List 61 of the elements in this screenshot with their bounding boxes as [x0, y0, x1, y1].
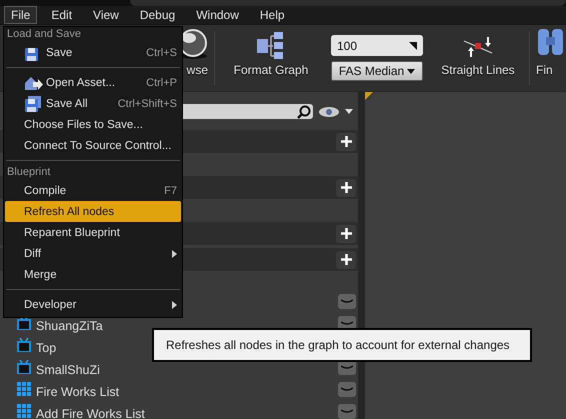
- grid-icon: [17, 404, 31, 418]
- menu-item[interactable]: Save Ctrl+S: [5, 42, 181, 63]
- caret-icon: [407, 68, 416, 74]
- corner-marker-icon: [365, 92, 373, 100]
- search-icon: [297, 104, 311, 118]
- variable-name[interactable]: ShuangZiTa: [36, 319, 103, 333]
- menu-item[interactable]: Refresh All nodes: [5, 201, 181, 222]
- menu-item[interactable]: Choose Files to Save...: [5, 114, 181, 135]
- menu-item[interactable]: Reparent Blueprint: [5, 222, 181, 243]
- variable-name[interactable]: SmallShuZi: [36, 363, 100, 377]
- chevron-icon: [341, 321, 353, 326]
- toolbar-button[interactable]: Fin: [536, 25, 560, 91]
- add-button[interactable]: [336, 132, 356, 150]
- chevron-icon: [341, 365, 353, 370]
- menu-item[interactable]: Save All Ctrl+Shift+S: [5, 93, 181, 114]
- monitor-icon: [17, 338, 31, 352]
- menu-title[interactable]: File: [4, 6, 38, 24]
- shortcut-label: Ctrl+S: [146, 46, 177, 58]
- shortcut-label: F7: [164, 184, 177, 196]
- shortcut-label: Ctrl+Shift+S: [118, 98, 177, 110]
- resize-handle-icon: [409, 42, 417, 50]
- tooltip: Refreshes all nodes in the graph to account for external changes: [152, 328, 532, 362]
- menu-title[interactable]: Debug: [132, 6, 182, 24]
- house-arrow-icon: [24, 74, 44, 90]
- hierarchy-icon: [257, 31, 285, 59]
- menu-title[interactable]: Help: [252, 6, 292, 24]
- grid-icon: [17, 382, 31, 396]
- plus-icon: [340, 254, 352, 265]
- menu-item[interactable]: Connect To Source Control...: [5, 135, 181, 156]
- menu-item[interactable]: Diff: [5, 243, 181, 264]
- add-button[interactable]: [336, 178, 356, 196]
- menu-title[interactable]: View: [86, 6, 126, 24]
- caret-icon[interactable]: [345, 109, 353, 114]
- variable-name[interactable]: Top: [36, 341, 56, 355]
- section-label: Blueprint: [6, 165, 52, 180]
- toolbar-button[interactable]: Straight Lines: [433, 25, 523, 91]
- eye-icon[interactable]: [319, 106, 339, 118]
- section-label: Load and Save: [6, 27, 82, 42]
- dropdown-button[interactable]: FAS Median: [331, 61, 423, 81]
- toolbar-button[interactable]: Format Graph: [221, 25, 321, 91]
- chevron-icon: [341, 387, 353, 392]
- floppy-stack-icon: [24, 96, 42, 112]
- chevron-icon: [341, 409, 353, 414]
- variable-name[interactable]: Fire Works List: [36, 385, 120, 399]
- add-button[interactable]: [336, 224, 356, 242]
- variable-name[interactable]: Add Fire Works List: [36, 407, 145, 419]
- menu-item[interactable]: Merge: [5, 264, 181, 285]
- menu-item[interactable]: Developer: [5, 294, 181, 315]
- plus-icon: [340, 182, 352, 193]
- plus-icon: [340, 136, 352, 147]
- chevron-icon: [341, 299, 353, 304]
- menu-item[interactable]: Compile F7: [5, 180, 181, 201]
- menu-title[interactable]: Edit: [44, 6, 80, 24]
- number-field[interactable]: 100: [331, 35, 423, 56]
- add-button[interactable]: [336, 250, 356, 268]
- monitor-icon: [17, 360, 31, 374]
- straight-lines-icon: [462, 37, 494, 59]
- plus-icon: [340, 228, 352, 239]
- shortcut-label: Ctrl+P: [146, 76, 177, 88]
- menu-item[interactable]: Open Asset... Ctrl+P: [5, 72, 181, 93]
- menu-title[interactable]: Window: [189, 6, 246, 24]
